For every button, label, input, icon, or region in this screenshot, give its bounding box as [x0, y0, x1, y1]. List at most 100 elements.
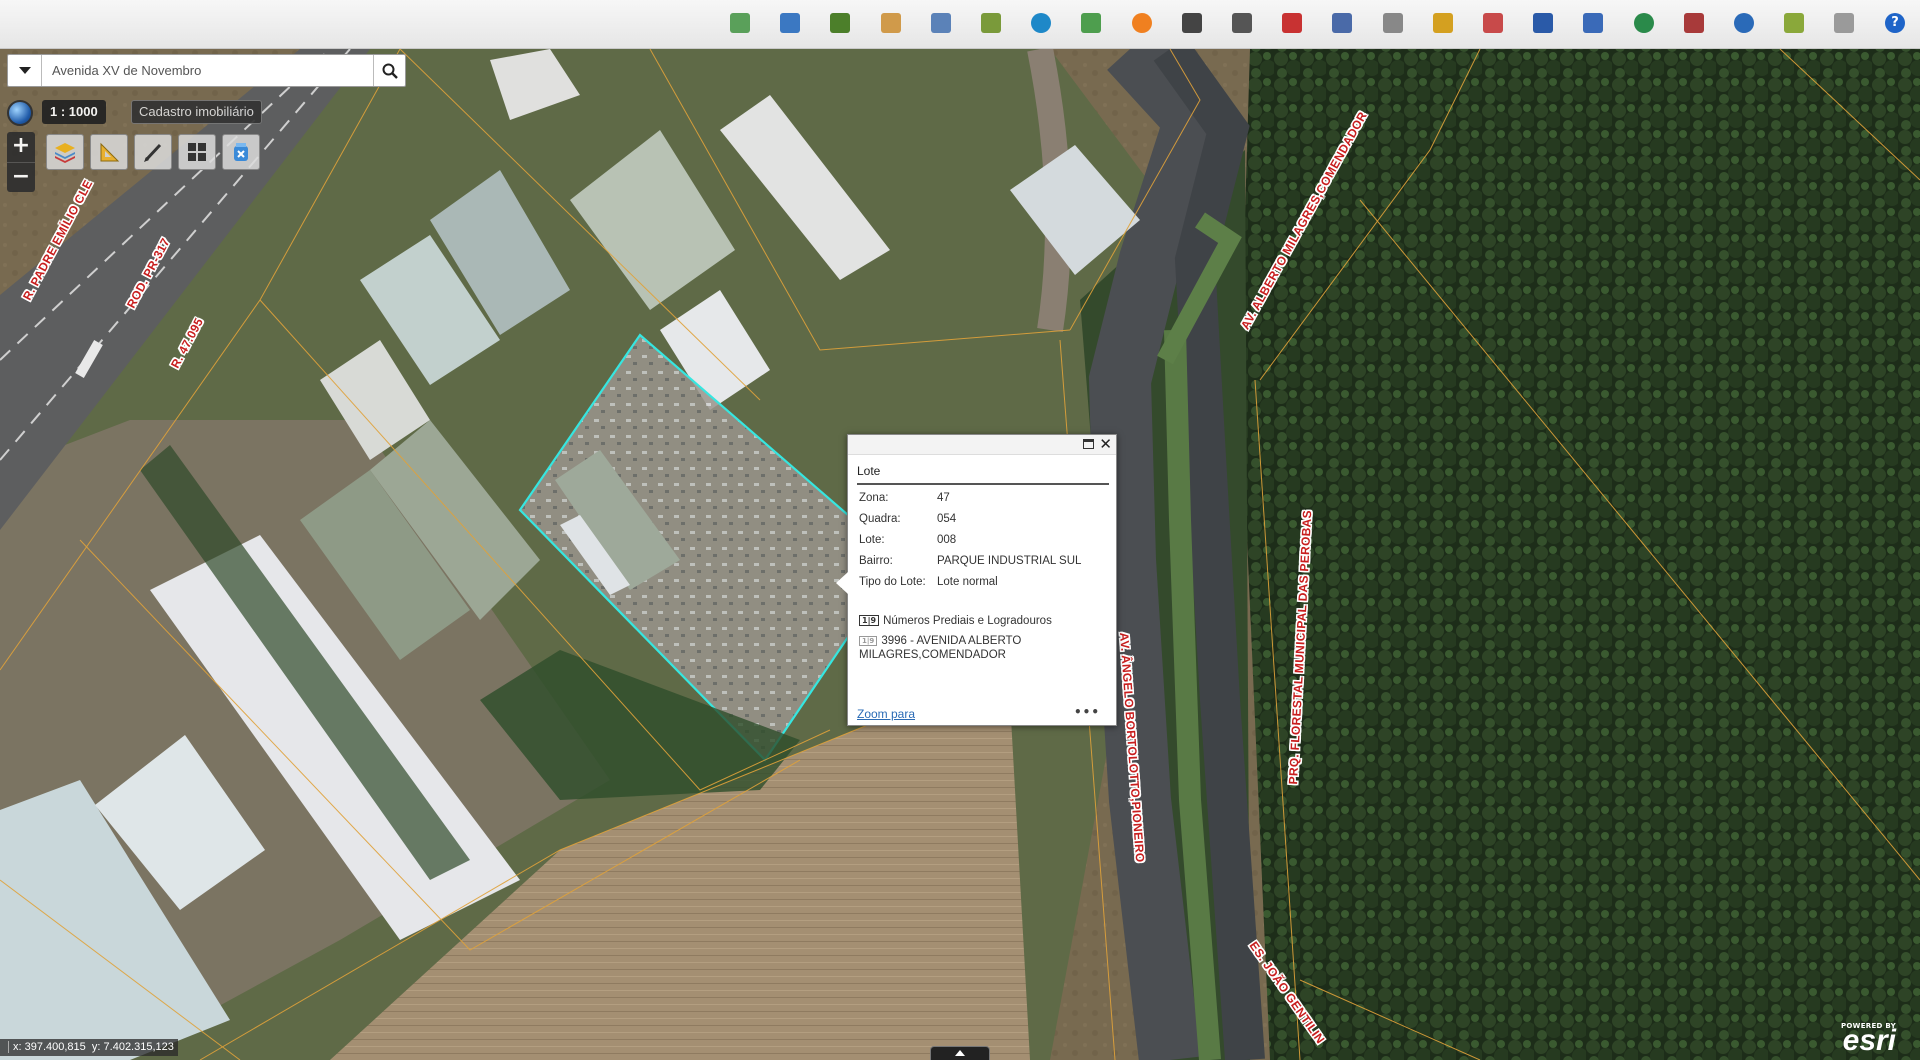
- toolbar-button-car[interactable]: [1530, 10, 1556, 36]
- users-icon: [1483, 13, 1503, 33]
- zoom-control: + −: [7, 132, 35, 192]
- layers-button[interactable]: [46, 134, 84, 170]
- toolbar-button-list[interactable]: [1329, 10, 1355, 36]
- popup-pointer: [836, 572, 848, 594]
- target-search-icon: [1031, 13, 1051, 33]
- book-icon: [1684, 13, 1704, 33]
- toolbar-button-users[interactable]: [1480, 10, 1506, 36]
- toolbar-button-zoom-extent[interactable]: [727, 10, 753, 36]
- toolbar-button-binoculars[interactable]: [1179, 10, 1205, 36]
- toolbar-button-hand-pan[interactable]: [878, 10, 904, 36]
- globe-icon: [1634, 13, 1654, 33]
- field-bairro: Bairro: PARQUE INDUSTRIAL SUL: [859, 555, 1081, 567]
- binoculars-alt-icon: [1232, 13, 1252, 33]
- pencil-icon: [144, 143, 162, 162]
- location-pin-icon: [1282, 13, 1302, 33]
- image-export-icon: [1784, 13, 1804, 33]
- bottom-panel-toggle[interactable]: [930, 1046, 990, 1060]
- zoom-in-button[interactable]: +: [7, 132, 35, 162]
- address-record[interactable]: 1|9 3996 - AVENIDA ALBERTO MILAGRES,COMEN…: [859, 634, 1099, 662]
- toolbar-button-location-pin[interactable]: [1279, 10, 1305, 36]
- eraser-icon: [234, 143, 248, 161]
- chevron-down-icon: [18, 67, 31, 74]
- active-layer-label[interactable]: Cadastro imobiliário: [131, 100, 262, 124]
- toolbar-button-ruler-triangle[interactable]: [1430, 10, 1456, 36]
- binoculars-icon: [1182, 13, 1202, 33]
- map-puzzle-icon: [1081, 13, 1101, 33]
- grid-icon: [188, 143, 206, 161]
- zoom-to-link[interactable]: Zoom para: [857, 707, 915, 721]
- toolbar-button-pencil[interactable]: [1380, 10, 1406, 36]
- layers-stack-icon: [830, 13, 850, 33]
- field-value: Lote normal: [937, 576, 998, 588]
- toolbar-button-dwg-file[interactable]: [1831, 10, 1857, 36]
- coordinate-readout: x: 397.400,815 y: 7.402.315,123: [0, 1039, 178, 1056]
- field-zona: Zona: 47: [859, 492, 950, 504]
- list-icon: [1332, 13, 1352, 33]
- coord-x: x: 397.400,815: [13, 1041, 86, 1053]
- field-label: Tipo do Lote:: [859, 576, 926, 588]
- field-label: Lote:: [859, 534, 885, 546]
- toolbar-button-document-list[interactable]: [978, 10, 1004, 36]
- address-number-icon: 1|9: [859, 615, 880, 627]
- identify-popup: ✕ Lote Zona: 47 Quadra: 054 Lote: 008 Bairr…: [847, 434, 1117, 726]
- hand-pan-icon: [881, 13, 901, 33]
- field-label: Bairro:: [859, 555, 893, 567]
- address-number-icon: 1|9: [859, 635, 878, 646]
- basemap-globe-icon[interactable]: [7, 100, 33, 126]
- toolbar-button-target-search[interactable]: [1028, 10, 1054, 36]
- clear-graphics-button[interactable]: [222, 134, 260, 170]
- top-toolbar: ?: [0, 0, 1920, 49]
- field-tipo-lote: Tipo do Lote: Lote normal: [859, 576, 998, 588]
- zoom-out-button[interactable]: −: [7, 162, 35, 192]
- search-source-dropdown[interactable]: [8, 55, 42, 86]
- search-input[interactable]: [42, 55, 373, 86]
- draw-button[interactable]: [134, 134, 172, 170]
- toolbar-button-printer[interactable]: [1580, 10, 1606, 36]
- popup-divider: [857, 483, 1109, 485]
- measure-button[interactable]: [90, 134, 128, 170]
- printer-icon: [1583, 13, 1603, 33]
- field-label: Zona:: [859, 492, 889, 504]
- orange-circle-icon: [1132, 13, 1152, 33]
- search-bar: [7, 54, 406, 87]
- toolbar-button-book[interactable]: [1681, 10, 1707, 36]
- scale-display: 1 : 1000: [42, 100, 106, 124]
- magnifier-doc-icon: [780, 13, 800, 33]
- coord-y: y: 7.402.315,123: [91, 1041, 174, 1053]
- chevron-up-icon: [955, 1050, 965, 1056]
- close-icon[interactable]: ✕: [1099, 435, 1112, 453]
- zoom-extent-icon: [730, 13, 750, 33]
- maximize-icon[interactable]: [1083, 439, 1094, 449]
- search-button[interactable]: [373, 55, 405, 86]
- toolbar-button-orange-circle[interactable]: [1129, 10, 1155, 36]
- ruler-triangle-icon: [100, 142, 120, 162]
- toolbar-button-magnifier-doc[interactable]: [777, 10, 803, 36]
- toolbar-button-layers-stack[interactable]: [827, 10, 853, 36]
- toolbar-button-image-export[interactable]: [1781, 10, 1807, 36]
- field-value: 054: [937, 513, 957, 525]
- field-value: PARQUE INDUSTRIAL SUL: [937, 555, 1082, 567]
- grid-button[interactable]: [178, 134, 216, 170]
- toolbar-button-globe-search[interactable]: [1731, 10, 1757, 36]
- app-window: ? R. PADRE EMÍLIO CLE ROD. PR-317 R. 47.…: [0, 0, 1920, 1060]
- more-actions-button[interactable]: •••: [1074, 705, 1100, 719]
- field-lote: Lote: 008: [859, 534, 956, 546]
- field-value: 008: [937, 534, 957, 546]
- search-icon: [382, 63, 398, 79]
- toolbar-button-map-puzzle[interactable]: [1078, 10, 1104, 36]
- popup-title: Lote: [857, 464, 881, 478]
- address-line-1: 3996 - AVENIDA ALBERTO: [881, 635, 1022, 647]
- toolbar-button-coordinate[interactable]: [928, 10, 954, 36]
- toolbar-button-globe[interactable]: [1631, 10, 1657, 36]
- related-records-section: 1|9 Números Prediais e Logradouros: [859, 615, 1052, 627]
- field-value: 47: [937, 492, 950, 504]
- esri-wordmark: esri: [1842, 1024, 1897, 1057]
- toolbar-button-binoculars-alt[interactable]: [1229, 10, 1255, 36]
- field-quadra: Quadra: 054: [859, 513, 956, 525]
- toolbar-button-help[interactable]: ?: [1882, 10, 1908, 36]
- document-list-icon: [981, 13, 1001, 33]
- help-icon: ?: [1885, 13, 1905, 33]
- address-line-2: MILAGRES,COMENDADOR: [859, 649, 1006, 661]
- coords-divider: [8, 1041, 9, 1054]
